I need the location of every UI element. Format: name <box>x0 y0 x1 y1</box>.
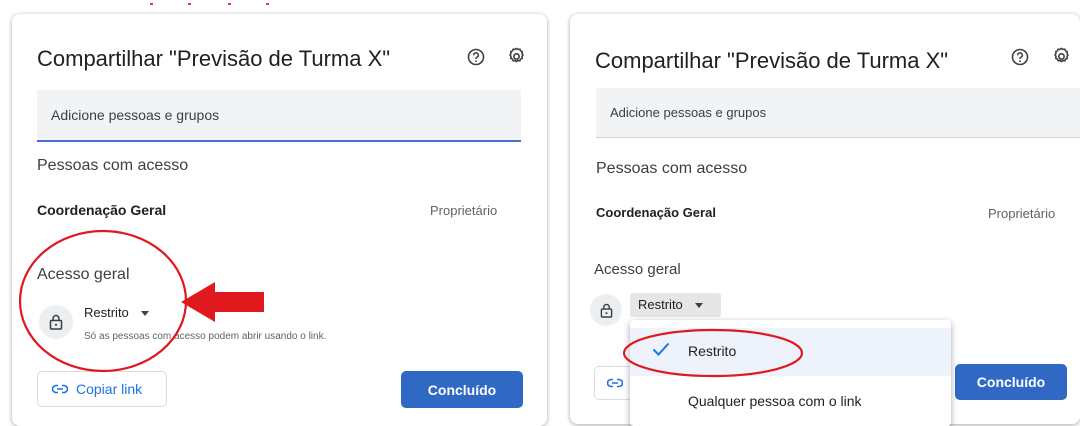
owner-name: Coordenação Geral <box>37 202 167 218</box>
done-button[interactable]: Concluído <box>401 371 523 408</box>
dialog-title: Compartilhar "Previsão de Turma X" <box>37 46 391 71</box>
caret-down-icon <box>140 311 149 317</box>
lock-icon <box>590 294 622 326</box>
menu-item-label: Restrito <box>688 343 737 359</box>
add-people-placeholder: Adicione pessoas e grupos <box>610 105 767 120</box>
dialog-title-right: Compartilhar "Previsão de Turma X" <box>595 48 949 73</box>
menu-item-anyone-with-link[interactable]: Qualquer pessoa com o link <box>630 378 951 426</box>
lock-icon <box>39 305 73 339</box>
general-access-heading: Acesso geral <box>37 266 130 283</box>
access-dropdown[interactable]: Restrito <box>84 305 149 320</box>
caret-down-icon <box>694 303 703 309</box>
owner-name: Coordenação Geral <box>596 205 716 220</box>
gear-icon[interactable] <box>505 45 527 67</box>
link-icon <box>607 378 623 388</box>
general-access-heading: Acesso geral <box>594 261 681 278</box>
access-dropdown-value: Restrito <box>638 297 683 312</box>
access-dropdown[interactable]: Restrito <box>638 297 703 312</box>
copy-link-button[interactable]: Copiar link <box>37 371 167 407</box>
menu-item-label: Qualquer pessoa com o link <box>688 393 862 409</box>
add-people-input[interactable]: Adicione pessoas e grupos <box>37 90 521 142</box>
top-red-marks <box>150 0 280 6</box>
link-icon <box>52 384 68 394</box>
add-people-placeholder: Adicione pessoas e grupos <box>51 107 220 123</box>
people-with-access-heading: Pessoas com acesso <box>596 160 748 177</box>
access-help-text: Só as pessoas com acesso podem abrir usa… <box>84 331 327 342</box>
owner-role: Proprietário <box>988 206 1056 221</box>
access-dropdown-value: Restrito <box>84 305 129 320</box>
owner-role: Proprietário <box>430 203 498 218</box>
gear-icon[interactable] <box>1050 45 1072 67</box>
help-circle-icon[interactable] <box>1009 46 1031 68</box>
people-with-access-heading: Pessoas com acesso <box>37 157 189 174</box>
add-people-input[interactable]: Adicione pessoas e grupos <box>596 88 1080 138</box>
access-menu: Restrito Qualquer pessoa com o link <box>630 320 951 426</box>
copy-link-label: Copiar link <box>76 381 143 397</box>
help-circle-icon[interactable] <box>465 46 487 68</box>
share-dialog-left: Compartilhar "Previsão de Turma X" Adici… <box>12 14 547 426</box>
check-icon <box>652 342 670 356</box>
done-button[interactable]: Concluído <box>955 364 1067 400</box>
menu-item-restrito[interactable]: Restrito <box>630 328 951 376</box>
